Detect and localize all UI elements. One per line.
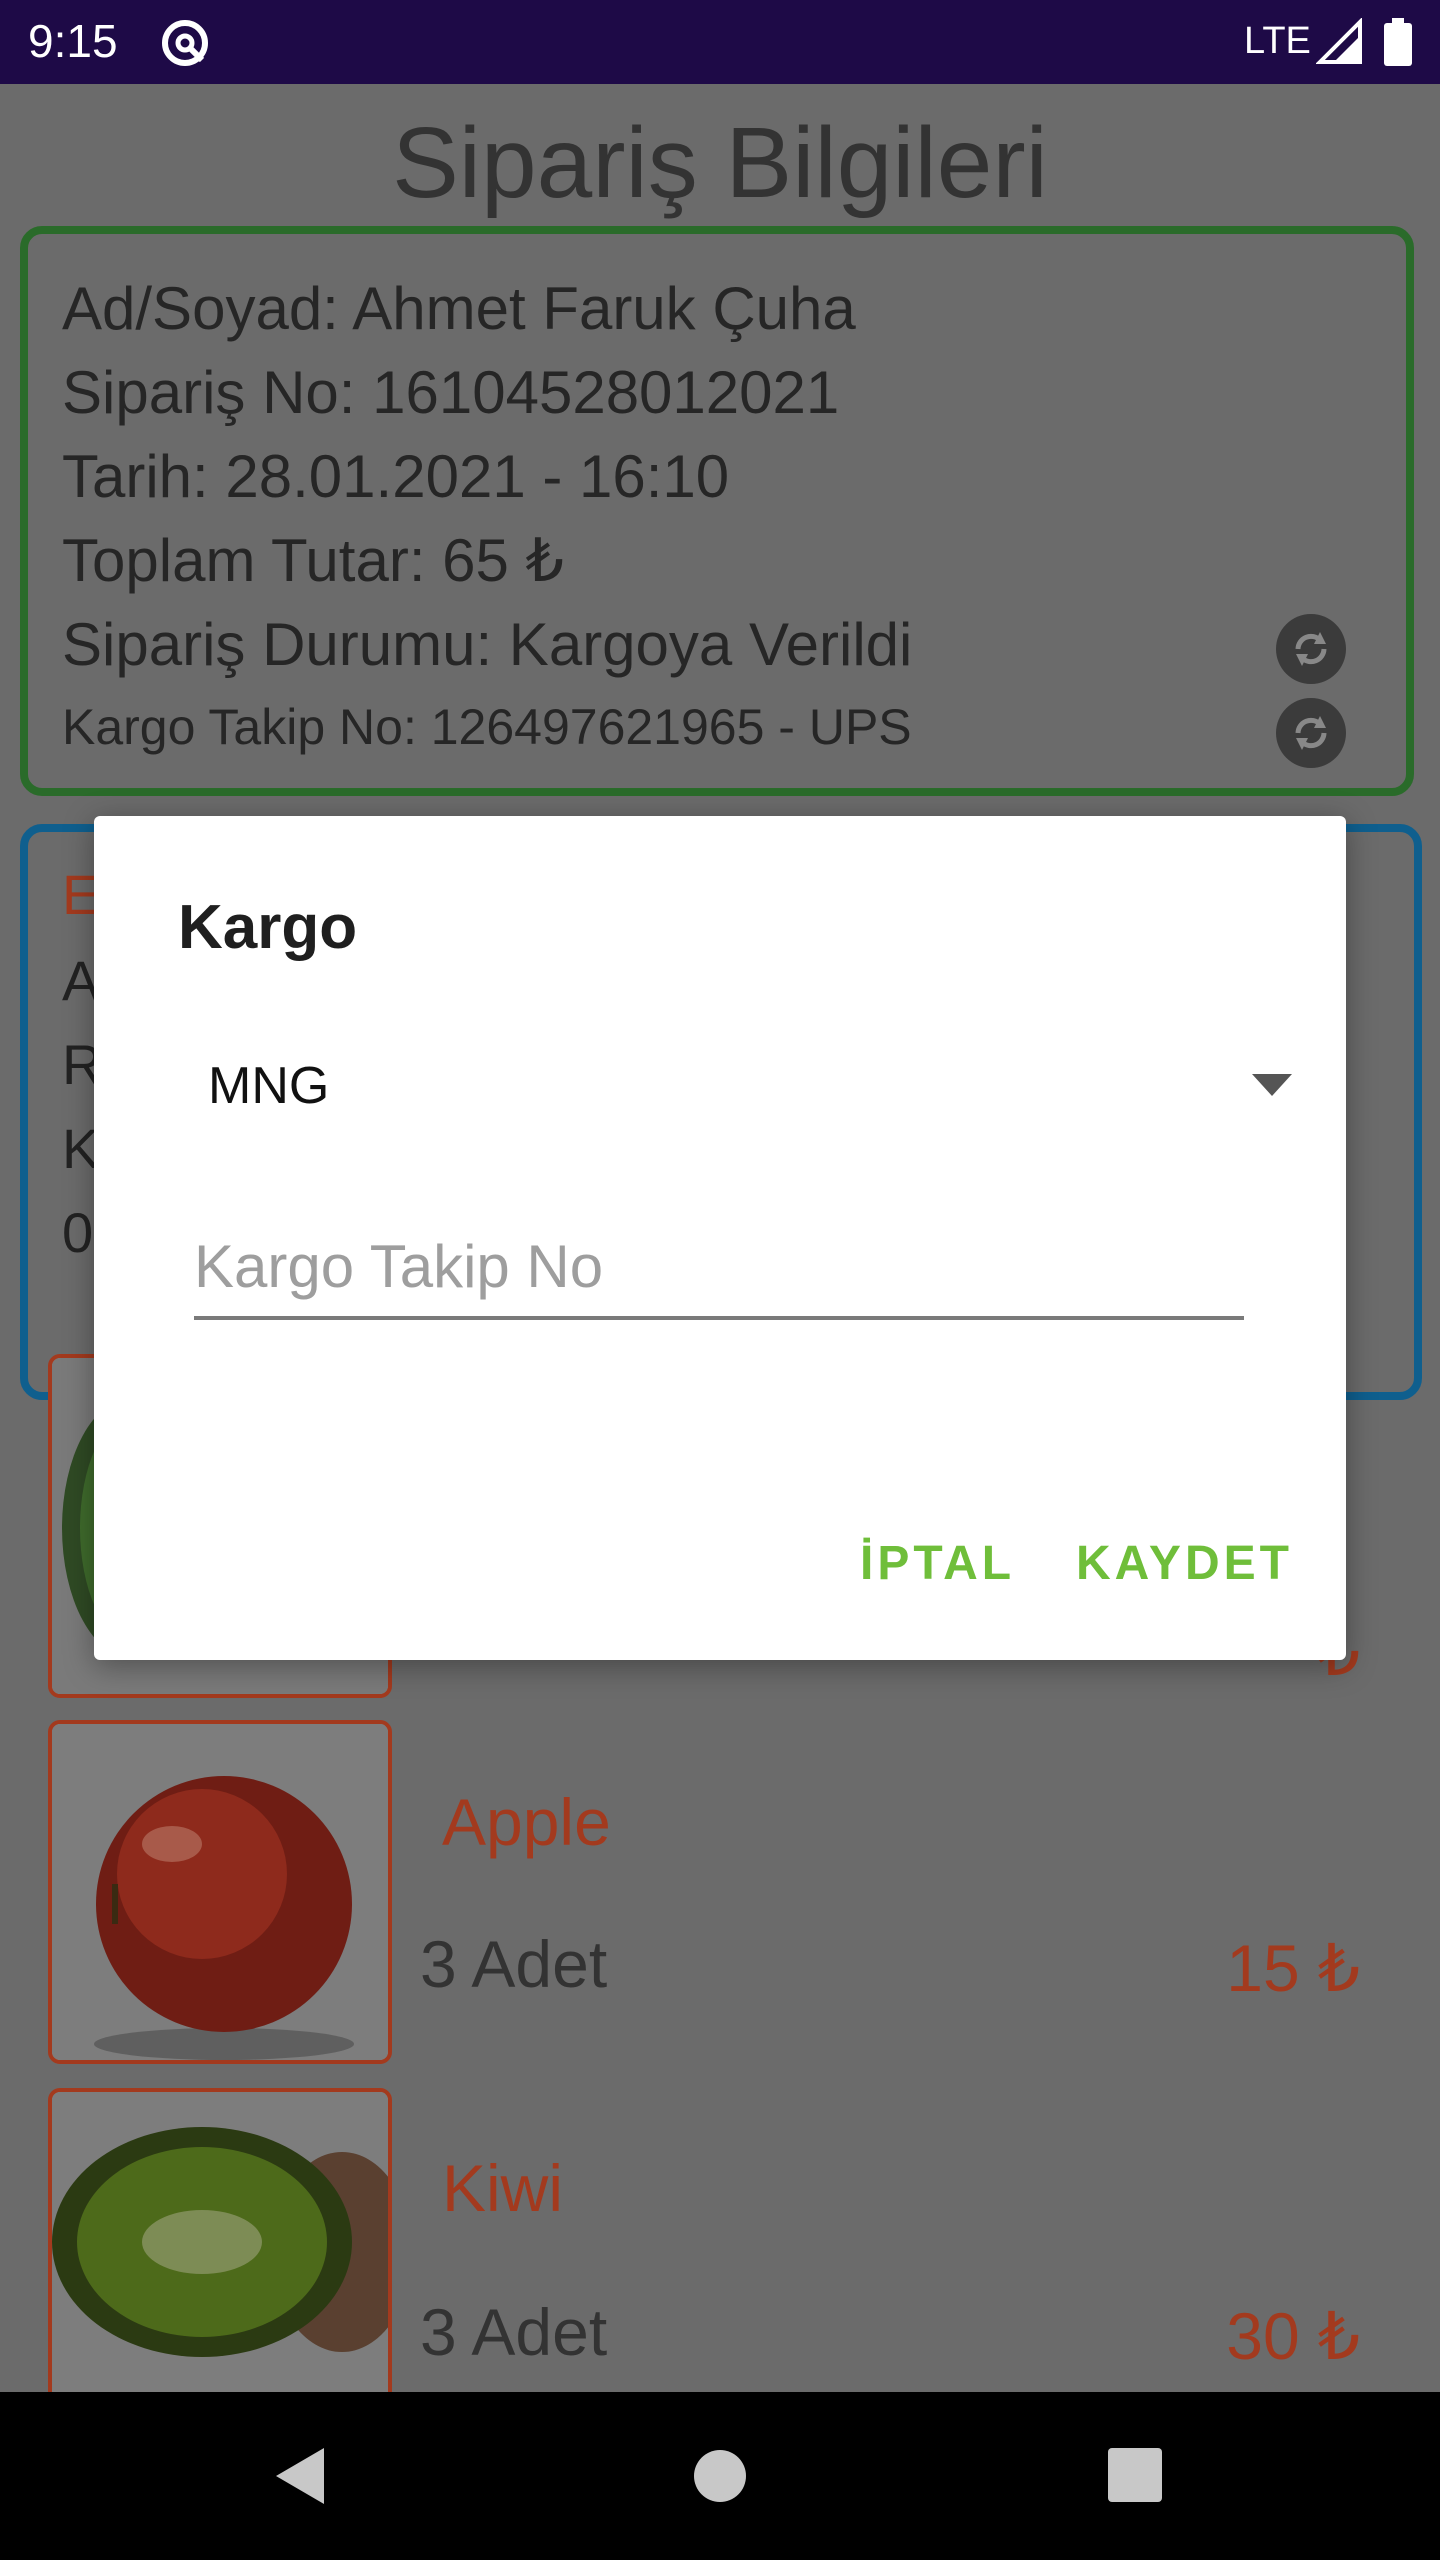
data-saver-icon xyxy=(162,20,208,66)
address-fragment: 0 xyxy=(62,1201,94,1264)
refresh-tracking-icon[interactable] xyxy=(1276,698,1346,768)
tracking-info: Kargo Takip No: 126497621965 - UPS xyxy=(62,699,912,755)
order-status: Sipariş Durumu: Kargoya Verildi xyxy=(62,611,913,678)
navigation-bar xyxy=(0,2392,1440,2560)
item-image-kiwi xyxy=(48,2088,392,2392)
order-total: Toplam Tutar: 65 ₺ xyxy=(62,527,564,594)
order-date: Tarih: 28.01.2021 - 16:10 xyxy=(62,443,730,510)
network-type: LTE xyxy=(1244,20,1311,62)
item-name: Apple xyxy=(442,1785,611,1859)
item-name: Kiwi xyxy=(442,2151,564,2225)
recent-apps-icon[interactable] xyxy=(1108,2448,1162,2502)
order-info-card: Ad/Soyad: Ahmet Faruk Çuha Sipariş No: 1… xyxy=(20,226,1414,796)
home-icon[interactable] xyxy=(694,2450,746,2502)
cancel-button[interactable]: İPTAL xyxy=(860,1536,1015,1591)
back-icon[interactable] xyxy=(270,2444,334,2508)
status-time: 9:15 xyxy=(28,15,118,67)
dialog-title: Kargo xyxy=(178,893,358,962)
page-title: Sipariş Bilgileri xyxy=(392,107,1048,219)
item-quantity: 3 Adet xyxy=(420,2295,608,2369)
spinner-selected-value: MNG xyxy=(208,1057,330,1115)
cargo-dialog: Kargo MNG İPTAL KAYDET xyxy=(94,816,1346,1660)
item-price: 15 ₺ xyxy=(1226,1931,1360,2005)
save-button[interactable]: KAYDET xyxy=(1076,1536,1293,1591)
signal-icon xyxy=(1316,18,1362,64)
item-image-apple xyxy=(48,1720,392,2064)
order-number: Sipariş No: 16104528012021 xyxy=(62,359,840,426)
chevron-down-icon xyxy=(1252,1074,1292,1096)
item-quantity: 3 Adet xyxy=(420,1927,608,2001)
item-price: 30 ₺ xyxy=(1226,2299,1360,2373)
refresh-status-icon[interactable] xyxy=(1276,614,1346,684)
cargo-company-spinner[interactable]: MNG xyxy=(194,1036,1294,1132)
tracking-number-input[interactable] xyxy=(194,1216,1244,1320)
customer-name: Ad/Soyad: Ahmet Faruk Çuha xyxy=(62,275,856,342)
battery-icon xyxy=(1384,18,1412,66)
status-bar: 9:15 LTE xyxy=(0,0,1440,84)
